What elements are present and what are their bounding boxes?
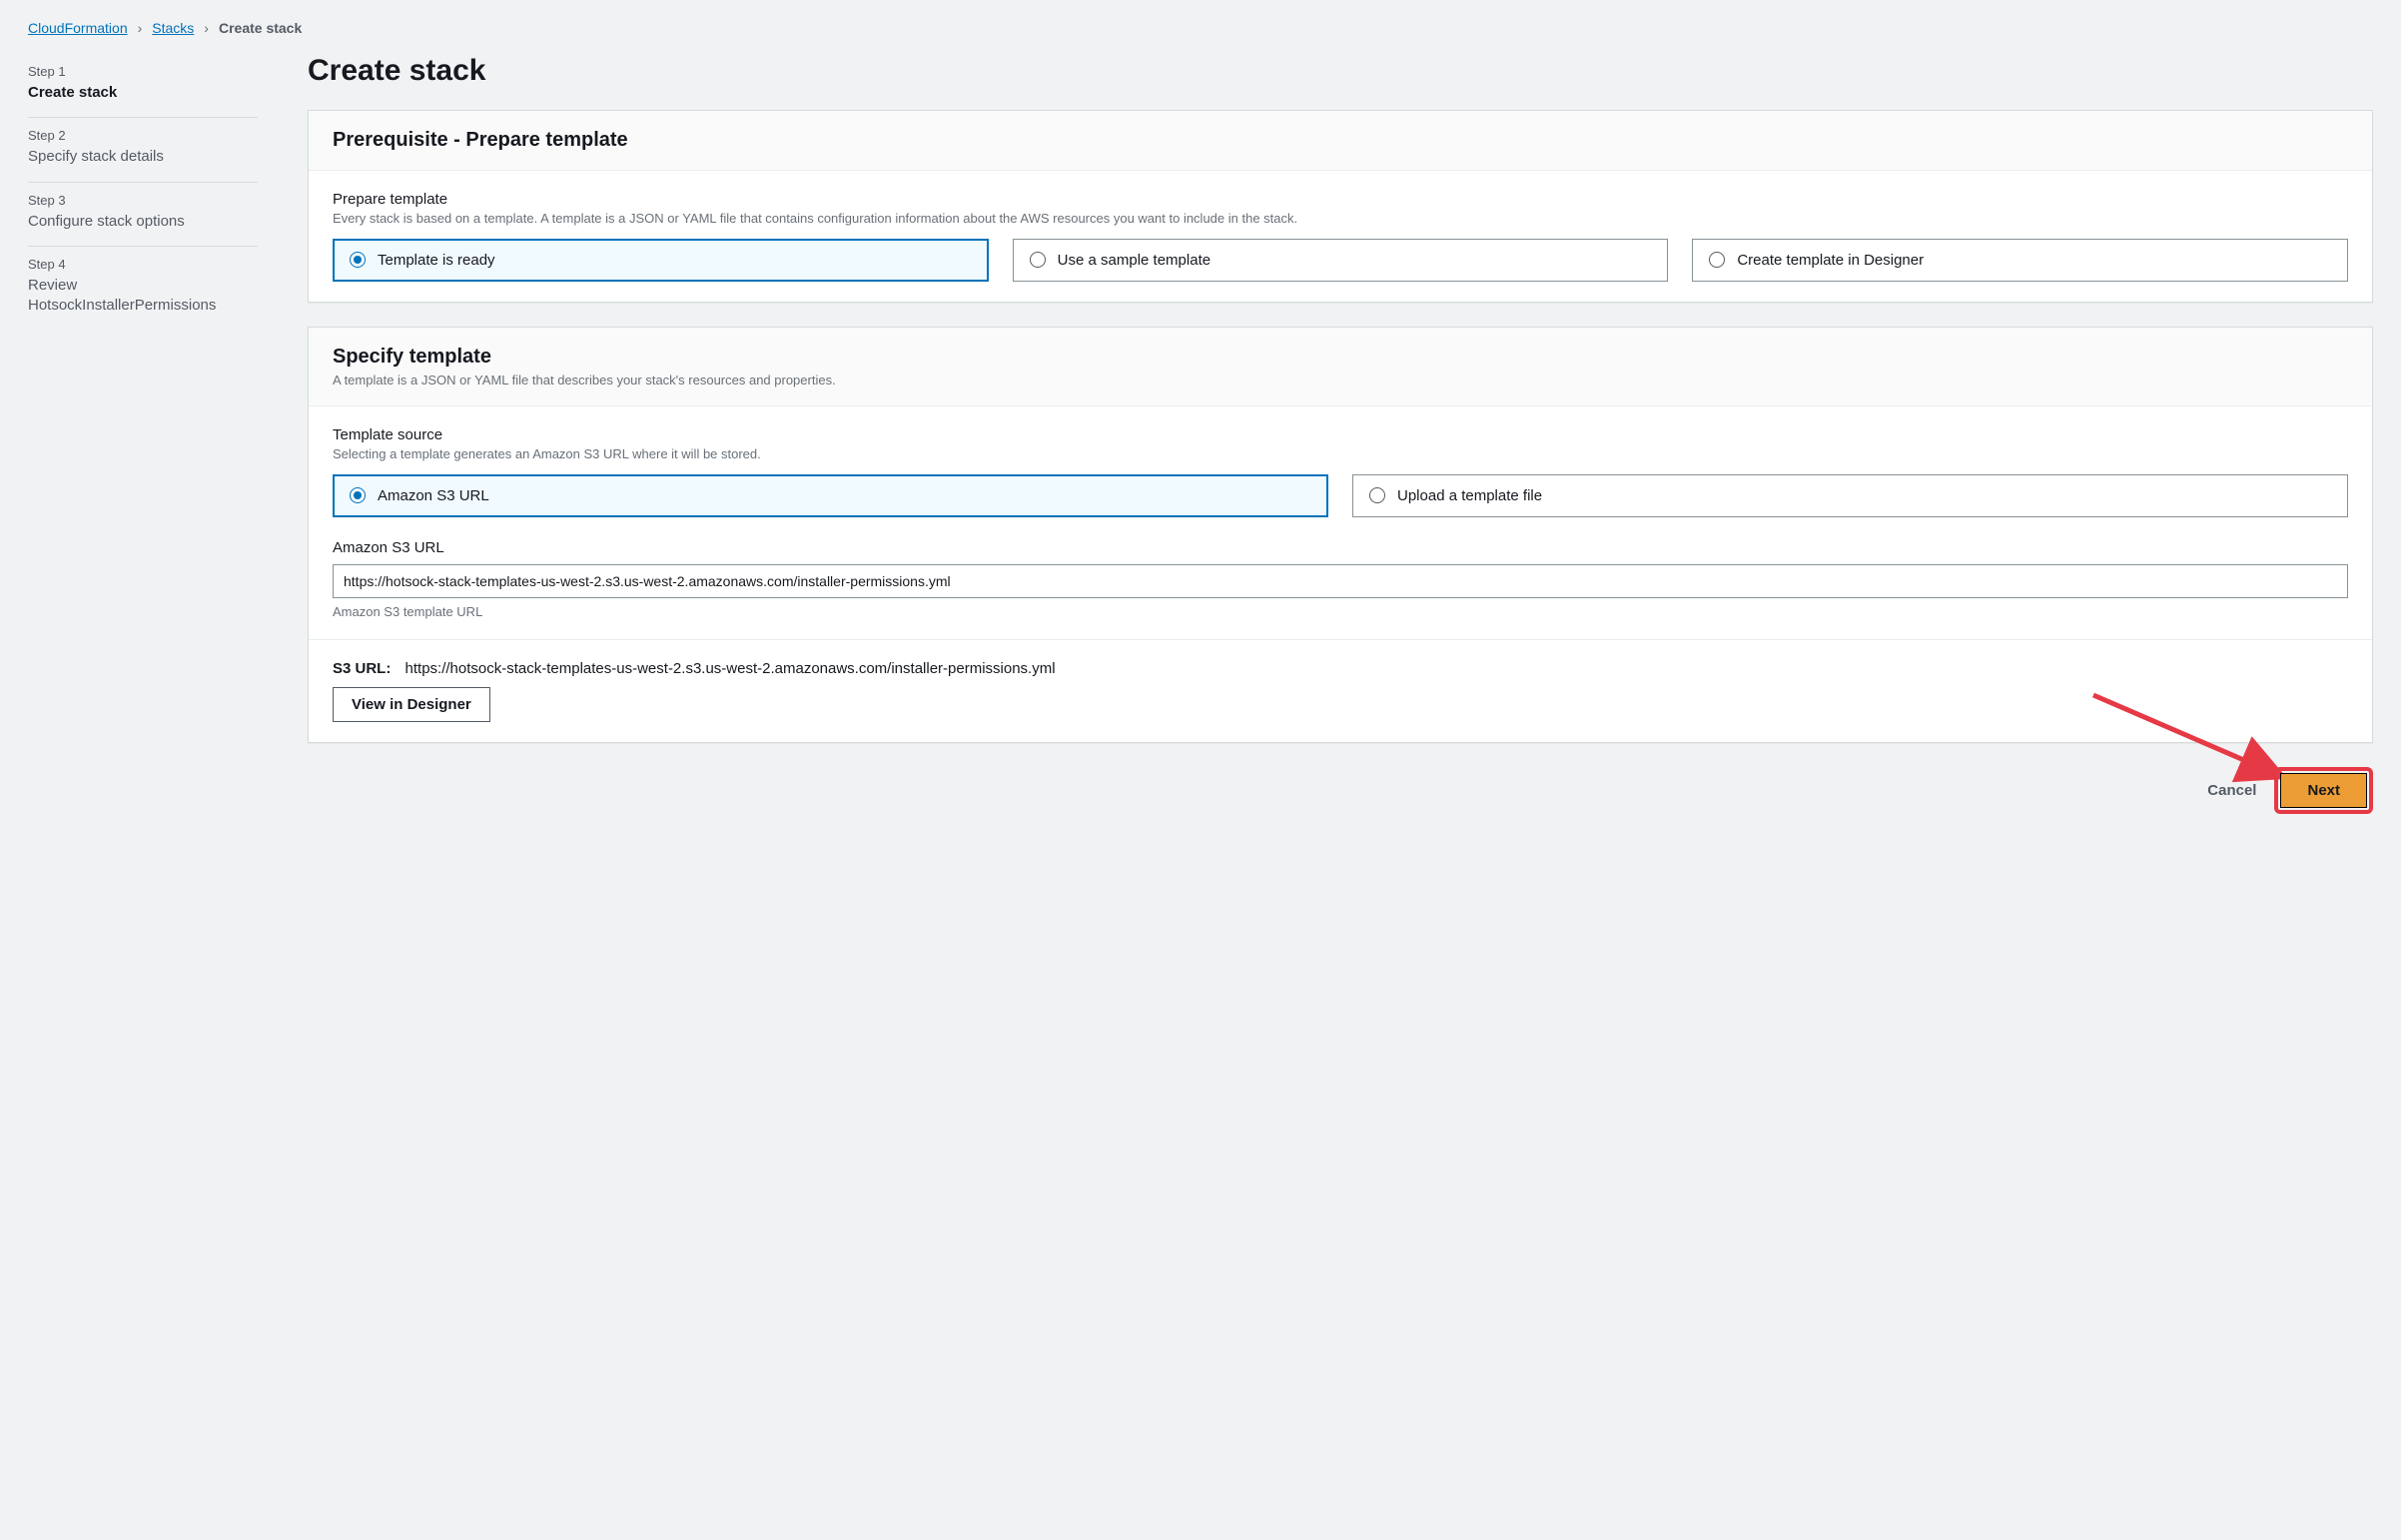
radio-s3-url[interactable]: Amazon S3 URL	[333, 474, 1328, 517]
radio-icon	[1369, 487, 1385, 503]
wizard-step-3[interactable]: Step 3 Configure stack options	[28, 183, 258, 247]
prerequisite-panel: Prerequisite - Prepare template Prepare …	[308, 110, 2373, 303]
radio-label: Create template in Designer	[1737, 252, 1924, 269]
wizard-steps: Step 1 Create stack Step 2 Specify stack…	[28, 54, 258, 330]
radio-sample-template[interactable]: Use a sample template	[1013, 239, 1669, 282]
template-source-hint: Selecting a template generates an Amazon…	[333, 445, 2348, 464]
step-name: Specify stack details	[28, 147, 258, 167]
wizard-step-1[interactable]: Step 1 Create stack	[28, 54, 258, 118]
radio-create-designer[interactable]: Create template in Designer	[1692, 239, 2348, 282]
breadcrumb-current: Create stack	[219, 20, 302, 36]
s3-url-sublabel: Amazon S3 template URL	[333, 604, 2348, 619]
panel-subtitle: A template is a JSON or YAML file that d…	[333, 373, 2348, 387]
panel-header-specify: Specify template	[333, 346, 2348, 369]
radio-template-ready[interactable]: Template is ready	[333, 239, 989, 282]
chevron-right-icon: ›	[138, 20, 143, 36]
s3-url-label: Amazon S3 URL	[333, 539, 2348, 556]
prepare-template-hint: Every stack is based on a template. A te…	[333, 210, 2348, 229]
radio-label: Upload a template file	[1397, 487, 1542, 504]
radio-icon	[1709, 252, 1725, 268]
footer-actions: Cancel Next	[308, 767, 2373, 814]
step-label: Step 2	[28, 128, 258, 143]
template-source-label: Template source	[333, 426, 2348, 443]
s3-url-input[interactable]	[333, 564, 2348, 598]
cancel-button[interactable]: Cancel	[2207, 782, 2256, 799]
breadcrumb: CloudFormation › Stacks › Create stack	[28, 20, 2373, 36]
radio-label: Use a sample template	[1058, 252, 1210, 269]
radio-icon	[350, 252, 366, 268]
chevron-right-icon: ›	[204, 20, 209, 36]
s3-url-display-value: https://hotsock-stack-templates-us-west-…	[405, 660, 1056, 677]
step-label: Step 4	[28, 257, 258, 272]
step-label: Step 1	[28, 64, 258, 79]
breadcrumb-link-cloudformation[interactable]: CloudFormation	[28, 20, 128, 36]
next-button[interactable]: Next	[2280, 773, 2367, 808]
radio-label: Template is ready	[378, 252, 495, 269]
step-name: Create stack	[28, 83, 258, 103]
panel-header-prerequisite: Prerequisite - Prepare template	[333, 129, 2348, 152]
page-title: Create stack	[308, 54, 2373, 88]
step-label: Step 3	[28, 193, 258, 208]
step-name: Review HotsockInstallerPermissions	[28, 276, 258, 317]
s3-url-display-label: S3 URL:	[333, 660, 391, 677]
view-in-designer-button[interactable]: View in Designer	[333, 687, 490, 722]
step-name: Configure stack options	[28, 212, 258, 232]
specify-template-panel: Specify template A template is a JSON or…	[308, 327, 2373, 743]
prepare-template-label: Prepare template	[333, 191, 2348, 208]
breadcrumb-link-stacks[interactable]: Stacks	[152, 20, 194, 36]
next-button-highlight: Next	[2274, 767, 2373, 814]
radio-label: Amazon S3 URL	[378, 487, 489, 504]
radio-icon	[1030, 252, 1046, 268]
radio-upload-file[interactable]: Upload a template file	[1352, 474, 2348, 517]
wizard-step-2[interactable]: Step 2 Specify stack details	[28, 118, 258, 182]
wizard-step-4[interactable]: Step 4 Review HotsockInstallerPermission…	[28, 247, 258, 331]
radio-icon	[350, 487, 366, 503]
